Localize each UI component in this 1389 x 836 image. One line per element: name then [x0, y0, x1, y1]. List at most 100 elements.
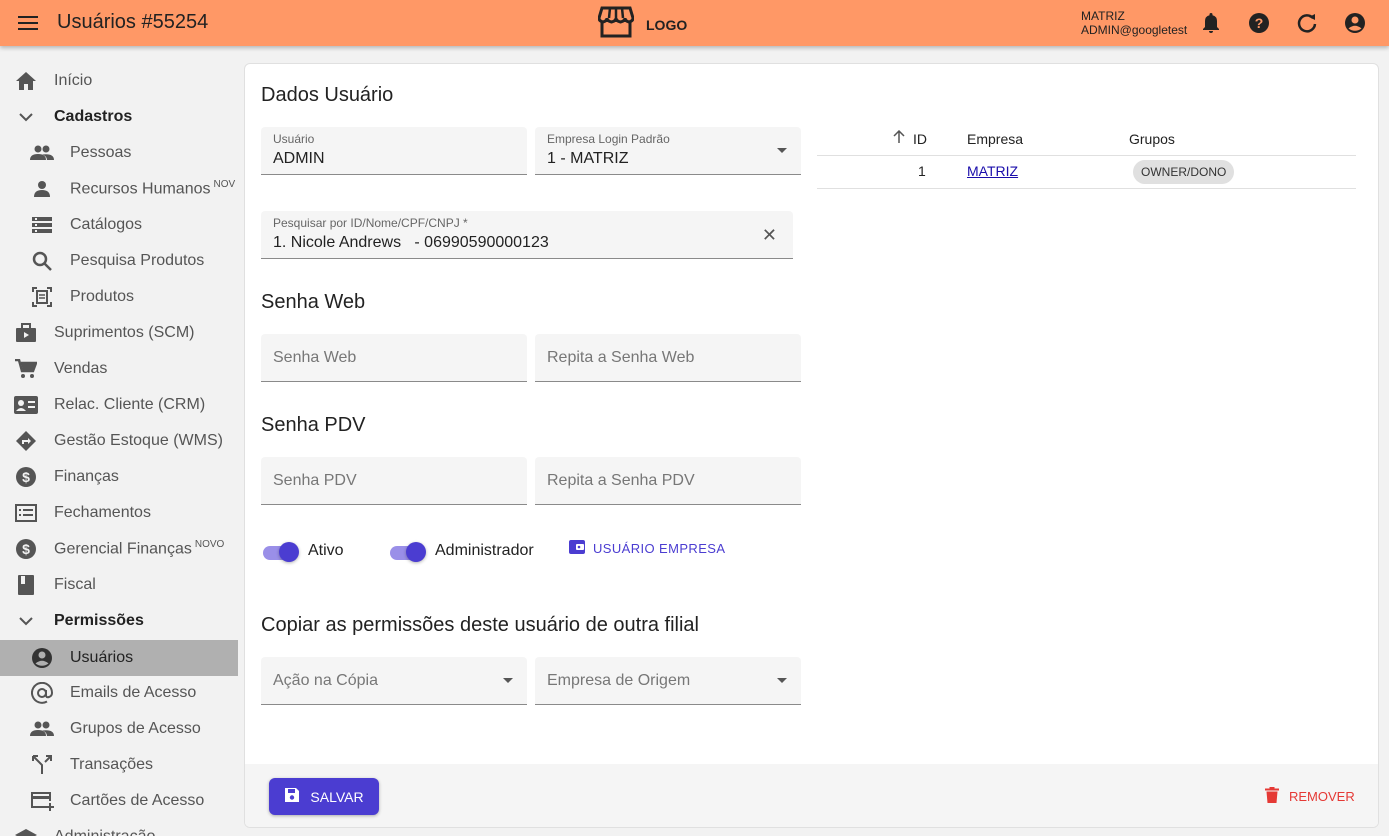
repita-senha-pdv-placeholder: Repita a Senha PDV — [547, 472, 695, 489]
new-badge: NOVO — [194, 539, 225, 551]
sidebar-item-label: Permissões — [54, 612, 144, 629]
sidebar-item-label: Finanças — [54, 468, 119, 485]
administrador-toggle[interactable] — [388, 540, 426, 564]
book-icon — [14, 573, 38, 597]
ativo-toggle[interactable] — [261, 540, 299, 564]
svg-text:$: $ — [22, 541, 30, 557]
bell-icon[interactable] — [1199, 11, 1223, 35]
column-header-empresa[interactable]: Empresa — [967, 131, 1023, 147]
people-icon — [30, 717, 54, 741]
ativo-label: Ativo — [308, 542, 344, 559]
acao-copia-select[interactable]: Ação na Cópia — [261, 657, 527, 705]
svg-text:?: ? — [1255, 15, 1264, 31]
sidebar-item-fechamentos[interactable]: Fechamentos — [0, 495, 238, 531]
empresa-origem-select[interactable]: Empresa de Origem — [535, 657, 801, 705]
grupo-chip: OWNER/DONO — [1133, 160, 1235, 184]
cell-id: 1 — [918, 163, 926, 179]
card-add-icon — [30, 789, 54, 813]
sidebar-item-emails-acesso[interactable]: Emails de Acesso — [0, 675, 238, 711]
sidebar-item-administracao[interactable]: Administração — [0, 819, 238, 836]
chevron-down-icon — [14, 609, 38, 633]
repita-senha-pdv-input[interactable]: Repita a Senha PDV — [535, 457, 801, 505]
dollar-icon: $ — [14, 465, 38, 489]
sidebar-item-fiscal[interactable]: Fiscal — [0, 567, 238, 603]
menu-icon[interactable] — [14, 9, 42, 37]
dropdown-arrow-icon[interactable] — [503, 678, 513, 683]
empresa-origem-placeholder: Empresa de Origem — [547, 672, 691, 689]
empresa-login-value: 1 - MATRIZ — [547, 150, 629, 167]
empresa-link[interactable]: MATRIZ — [967, 163, 1018, 179]
pesquisa-pessoa-autocomplete[interactable]: Pesquisar por ID/Nome/CPF/CNPJ * 1. Nico… — [261, 211, 793, 259]
save-button-label: SALVAR — [310, 788, 364, 805]
column-header-grupos[interactable]: Grupos — [1129, 131, 1175, 147]
account-icon[interactable] — [1343, 11, 1367, 35]
administrador-label: Administrador — [435, 542, 534, 559]
sidebar-item-cartoes-acesso[interactable]: Cartões de Acesso — [0, 783, 238, 819]
top-app-bar: Usuários #55254 LOGO MATRIZ ADMIN@google… — [0, 0, 1389, 46]
usuario-field[interactable]: Usuário ADMIN — [261, 127, 527, 175]
repita-senha-web-input[interactable]: Repita a Senha Web — [535, 334, 801, 382]
refresh-icon[interactable] — [1295, 11, 1319, 35]
sidebar-item-suprimentos[interactable]: Suprimentos (SCM) — [0, 315, 238, 351]
contact-card-icon — [14, 393, 38, 417]
sidebar-item-catalogos[interactable]: Catálogos — [0, 207, 238, 243]
empresa-login-select[interactable]: Empresa Login Padrão 1 - MATRIZ — [535, 127, 801, 175]
sidebar-item-label: Relac. Cliente (CRM) — [54, 396, 206, 413]
person-icon — [30, 177, 54, 201]
sidebar-item-inicio[interactable]: Início — [0, 63, 238, 99]
section-title-senha-pdv: Senha PDV — [261, 414, 366, 436]
remove-button[interactable]: REMOVER — [1265, 787, 1355, 806]
section-title-senha-web: Senha Web — [261, 291, 366, 313]
dropdown-arrow-icon[interactable] — [777, 678, 787, 683]
sidebar-item-vendas[interactable]: Vendas — [0, 351, 238, 387]
dropdown-arrow-icon[interactable] — [777, 148, 787, 153]
svg-text:$: $ — [22, 469, 30, 485]
senha-web-input[interactable]: Senha Web — [261, 334, 527, 382]
sidebar-item-label: Usuários — [70, 649, 134, 666]
sidebar-item-permissoes[interactable]: Permissões — [0, 603, 238, 639]
empresa-login-label: Empresa Login Padrão — [547, 132, 670, 146]
sidebar-item-recursos-humanos[interactable]: Recursos Humanos NOV — [0, 171, 238, 207]
sidebar-item-wms[interactable]: Gestão Estoque (WMS) — [0, 423, 238, 459]
senha-pdv-input[interactable]: Senha PDV — [261, 457, 527, 505]
sidebar-item-gerencial-financas[interactable]: $ Gerencial Finanças NOVO — [0, 531, 238, 567]
sidebar-item-label: Gestão Estoque (WMS) — [54, 432, 223, 449]
usuario-empresa-label: USUÁRIO EMPRESA — [593, 541, 726, 556]
sidebar-item-pesquisa-produtos[interactable]: Pesquisa Produtos — [0, 243, 238, 279]
logo[interactable]: LOGO — [597, 5, 687, 44]
store-icon — [597, 5, 635, 44]
cart-icon — [14, 357, 38, 381]
column-header-id[interactable]: ID — [913, 131, 927, 147]
sort-arrow-up-icon[interactable] — [893, 129, 905, 147]
usuario-empresa-button[interactable]: USUÁRIO EMPRESA — [569, 539, 725, 558]
usuario-field-value: ADMIN — [273, 150, 325, 167]
save-button[interactable]: SALVAR — [269, 778, 379, 815]
clear-icon[interactable]: ✕ — [762, 225, 777, 246]
sidebar-item-label: Emails de Acesso — [70, 684, 197, 701]
sidebar-item-grupos-acesso[interactable]: Grupos de Acesso — [0, 711, 238, 747]
sidebar-item-crm[interactable]: Relac. Cliente (CRM) — [0, 387, 238, 423]
sidebar-item-cadastros[interactable]: Cadastros — [0, 99, 238, 135]
new-badge: NOV — [213, 179, 236, 191]
sidebar-item-label: Transações — [70, 756, 153, 773]
sidebar-item-label: Vendas — [54, 360, 108, 377]
sidebar-item-pessoas[interactable]: Pessoas — [0, 135, 238, 171]
account-circle-icon — [30, 646, 54, 670]
sidebar-item-label: Recursos Humanos NOV — [70, 179, 236, 198]
company-name: MATRIZ — [1081, 9, 1125, 23]
save-icon — [284, 787, 300, 806]
help-icon[interactable]: ? — [1247, 11, 1271, 35]
sidebar-item-produtos[interactable]: Produtos — [0, 279, 238, 315]
home-icon — [14, 69, 38, 93]
remove-button-label: REMOVER — [1289, 789, 1355, 804]
user-info[interactable]: MATRIZ ADMIN@googletest — [1081, 9, 1187, 37]
pesquisa-label: Pesquisar por ID/Nome/CPF/CNPJ * — [273, 216, 468, 230]
table-row: 1 MATRIZ OWNER/DONO — [817, 156, 1356, 189]
sidebar-item-label: Início — [54, 72, 93, 89]
sidebar-item-transacoes[interactable]: Transações — [0, 747, 238, 783]
receipt-list-icon — [14, 501, 38, 525]
at-icon — [30, 681, 54, 705]
sidebar-item-usuarios[interactable]: Usuários — [0, 640, 238, 676]
sidebar-item-financas[interactable]: $ Finanças — [0, 459, 238, 495]
sidebar-item-label: Produtos — [70, 288, 135, 305]
